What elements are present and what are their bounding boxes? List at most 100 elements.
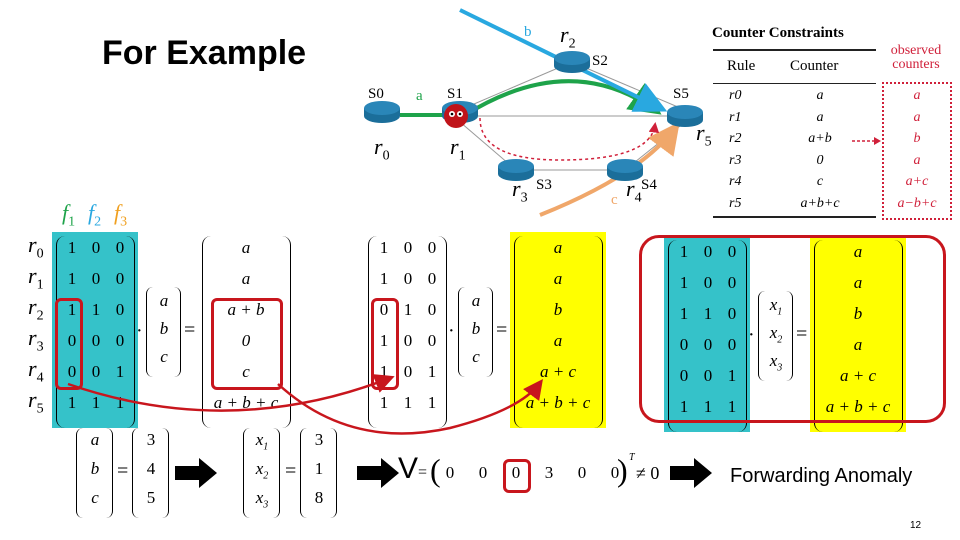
table-rule-cell: r4 bbox=[729, 174, 742, 189]
table-rule-cell: r2 bbox=[729, 131, 742, 146]
observed-value: a bbox=[913, 152, 921, 168]
matrix-cell: 0 bbox=[115, 331, 125, 350]
v-value: 3 bbox=[544, 463, 554, 482]
matrix-cell: 0 bbox=[115, 238, 125, 257]
table-rule-cell: r1 bbox=[729, 109, 742, 125]
row-label: r4 bbox=[28, 356, 44, 386]
vector-cell: a bbox=[471, 291, 481, 310]
v-label: V bbox=[398, 452, 419, 485]
matrix-cell: 0 bbox=[403, 362, 413, 381]
matrix-cell: 0 bbox=[403, 238, 413, 257]
header-rule: Rule bbox=[727, 58, 756, 74]
row-label: r0 bbox=[28, 232, 44, 262]
matrix-cell: 1 bbox=[379, 269, 389, 288]
table-rule-cell: r3 bbox=[729, 152, 742, 168]
rule-label-r2: r2 bbox=[560, 22, 576, 52]
rule-label-r4: r4 bbox=[626, 176, 642, 206]
result-cell: a bbox=[553, 269, 563, 288]
table-counter-cell: c bbox=[816, 174, 824, 189]
matrix-cell: 0 bbox=[91, 238, 101, 257]
equals-operator: = bbox=[496, 319, 508, 341]
dot-operator: · bbox=[448, 320, 455, 342]
transpose-symbol: T bbox=[629, 452, 635, 463]
matrix-cell: 0 bbox=[403, 331, 413, 350]
vector-cell: 1 bbox=[314, 459, 324, 478]
row-label: r1 bbox=[28, 263, 44, 293]
result-cell: a + c bbox=[539, 362, 577, 381]
switch-label-s4: S4 bbox=[641, 177, 657, 193]
result-cell: b bbox=[553, 300, 563, 319]
equals-operator: = bbox=[117, 460, 129, 482]
dashed-arrow-icon bbox=[852, 137, 881, 145]
result-cell: a bbox=[241, 269, 251, 288]
matrix-cell: 1 bbox=[403, 393, 413, 412]
flow-label-a: a bbox=[416, 88, 423, 104]
table-mid-rule bbox=[713, 83, 876, 84]
matrix-cell: 1 bbox=[91, 300, 101, 319]
matrix-cell: 0 bbox=[427, 238, 437, 257]
matrix-cell: 0 bbox=[403, 269, 413, 288]
link-s1-s2 bbox=[459, 61, 573, 111]
red-highlight-box bbox=[503, 459, 531, 493]
observed-value: a bbox=[913, 88, 921, 103]
vector-cell: c bbox=[91, 488, 99, 507]
vector-cell: c bbox=[160, 347, 168, 366]
table-bottom-rule bbox=[713, 216, 876, 218]
switch-label-s5: S5 bbox=[673, 86, 689, 102]
matrix-cell: 1 bbox=[379, 331, 389, 350]
not-equal-zero: ≠ 0 bbox=[636, 463, 660, 483]
matrix-cell: 1 bbox=[67, 238, 77, 257]
matrix-cell: 0 bbox=[427, 300, 437, 319]
vector-cell: x3 bbox=[255, 488, 269, 511]
rule-label-r5: r5 bbox=[696, 120, 712, 150]
row-label: r3 bbox=[28, 325, 44, 355]
flow-header: f3 bbox=[114, 200, 128, 230]
conclusion-text: Forwarding Anomaly bbox=[730, 465, 913, 487]
vector-cell: x2 bbox=[255, 459, 269, 482]
v-equals: = bbox=[418, 464, 428, 481]
right-arrow-icon bbox=[670, 458, 712, 488]
flow-header: f1 bbox=[62, 200, 76, 230]
rule-label-r1: r1 bbox=[450, 134, 466, 164]
observed-value: a bbox=[913, 109, 921, 125]
vector-cell: 5 bbox=[146, 488, 156, 507]
vector-cell: 3 bbox=[146, 430, 156, 449]
matrix-cell: 1 bbox=[91, 393, 101, 412]
slide: For Example S0 S1 S2 S3 S4 S5 r0 r1 r2 r… bbox=[0, 0, 960, 540]
table-top-rule bbox=[713, 49, 876, 51]
vector-cell: b bbox=[90, 459, 100, 478]
matrix-cell: 1 bbox=[379, 238, 389, 257]
matrix-cell: 0 bbox=[427, 269, 437, 288]
table-rule-cell: r5 bbox=[729, 195, 742, 211]
matrix-cell: 1 bbox=[403, 300, 413, 319]
matrix-cell: 1 bbox=[67, 269, 77, 288]
table-counter-cell: a bbox=[816, 109, 824, 125]
result-cell: a bbox=[553, 331, 563, 350]
matrix-cell: 0 bbox=[115, 300, 125, 319]
switch-label-s2: S2 bbox=[592, 53, 608, 69]
matrix-cell: 0 bbox=[115, 269, 125, 288]
vector-cell: a bbox=[90, 430, 100, 449]
vector-cell: a bbox=[159, 291, 169, 310]
right-arrow-icon bbox=[175, 458, 217, 488]
counter-table-title: Counter Constraints bbox=[712, 25, 844, 41]
matrix-cell: 1 bbox=[115, 393, 125, 412]
switch-s0-icon bbox=[364, 101, 400, 123]
matrix-cell: 1 bbox=[379, 393, 389, 412]
header-counter: Counter bbox=[790, 58, 839, 74]
switch-label-s0: S0 bbox=[368, 86, 384, 102]
observed-counters-label: observed counters bbox=[890, 43, 942, 72]
rule-label-r0: r0 bbox=[374, 134, 390, 164]
red-highlight-box bbox=[211, 298, 283, 390]
table-counter-cell: a+b bbox=[808, 131, 832, 146]
matrix-cell: 0 bbox=[379, 300, 389, 319]
dot-operator: · bbox=[136, 320, 143, 342]
v-value: 0 bbox=[577, 463, 587, 482]
v-value: 0 bbox=[478, 463, 488, 482]
rule-label-r3: r3 bbox=[512, 176, 528, 206]
slide-title: For Example bbox=[102, 34, 307, 72]
link-s2-s5 bbox=[571, 61, 686, 111]
flow-label-b: b bbox=[524, 24, 532, 40]
equals-operator: = bbox=[285, 460, 297, 482]
vector-cell: b bbox=[159, 319, 169, 338]
